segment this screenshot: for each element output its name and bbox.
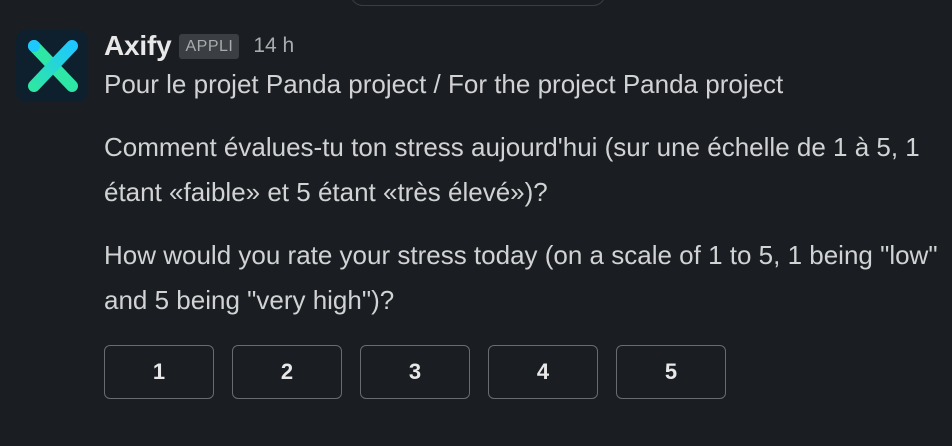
rating-button-4[interactable]: 4 bbox=[488, 345, 598, 399]
rating-button-1[interactable]: 1 bbox=[104, 345, 214, 399]
rating-buttons: 1 2 3 4 5 bbox=[104, 345, 952, 399]
message-header: Axify APPLI 14 h bbox=[104, 28, 952, 64]
english-question: How would you rate your stress today (on… bbox=[104, 240, 938, 315]
top-divider-pill bbox=[350, 0, 606, 6]
axify-logo-avatar[interactable] bbox=[16, 30, 88, 102]
message-content: Axify APPLI 14 h Pour le projet Panda pr… bbox=[104, 30, 952, 399]
rating-button-2[interactable]: 2 bbox=[232, 345, 342, 399]
axify-x-icon bbox=[28, 40, 78, 92]
rating-button-3[interactable]: 3 bbox=[360, 345, 470, 399]
french-question: Comment évalues-tu ton stress aujourd'hu… bbox=[104, 132, 920, 207]
rating-button-5[interactable]: 5 bbox=[616, 345, 726, 399]
app-badge: APPLI bbox=[179, 33, 240, 59]
message-timestamp[interactable]: 14 h bbox=[253, 34, 294, 58]
message-body: Pour le projet Panda project / For the p… bbox=[104, 62, 952, 323]
bot-message: Axify APPLI 14 h Pour le projet Panda pr… bbox=[16, 30, 952, 399]
sender-name[interactable]: Axify bbox=[104, 30, 172, 62]
project-line: Pour le projet Panda project / For the p… bbox=[104, 69, 784, 99]
